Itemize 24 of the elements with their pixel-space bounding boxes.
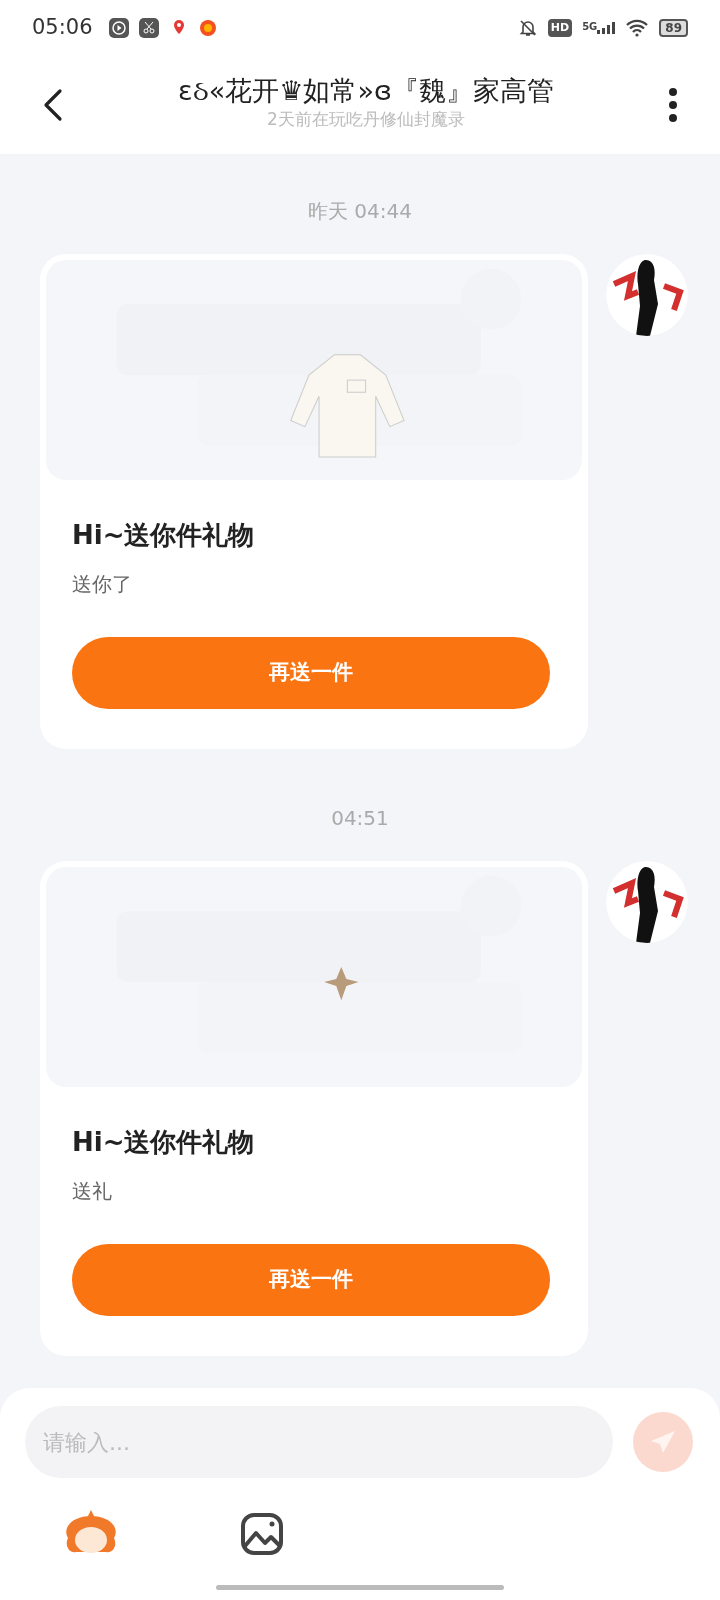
image-icon[interactable] bbox=[240, 1512, 284, 1556]
network-label: 5G bbox=[582, 22, 598, 32]
message-input[interactable]: 请输入... bbox=[25, 1406, 613, 1478]
scissors-icon bbox=[138, 18, 159, 38]
gift-title: Hi~送你件礼物 bbox=[72, 1126, 256, 1159]
gift-title: Hi~送你件礼物 bbox=[72, 519, 256, 552]
message-time: 昨天 04:44 bbox=[307, 198, 413, 225]
gift-message: 送你了 bbox=[72, 571, 133, 598]
signal-icon bbox=[597, 22, 616, 34]
activity-status: 2天前在玩吃丹修仙封魔录 bbox=[267, 109, 465, 129]
bell-off-icon bbox=[517, 18, 538, 38]
app-icon bbox=[198, 19, 217, 37]
send-again-button[interactable]: 再送一件 bbox=[72, 637, 550, 709]
back-icon[interactable] bbox=[42, 88, 64, 122]
send-again-button[interactable]: 再送一件 bbox=[72, 1244, 550, 1316]
hd-badge: HD bbox=[547, 19, 573, 37]
contact-name: ɛઠ«花开♛如常»ɞ『魏』家高管 bbox=[178, 74, 554, 108]
play-icon bbox=[108, 18, 129, 38]
message-time: 04:51 bbox=[330, 805, 390, 832]
more-icon[interactable] bbox=[668, 87, 678, 123]
clock-time: 05:06 bbox=[32, 14, 93, 42]
wifi-icon bbox=[625, 19, 650, 37]
gift-message: 送礼 bbox=[72, 1178, 113, 1205]
battery-indicator: 89 bbox=[659, 19, 688, 37]
